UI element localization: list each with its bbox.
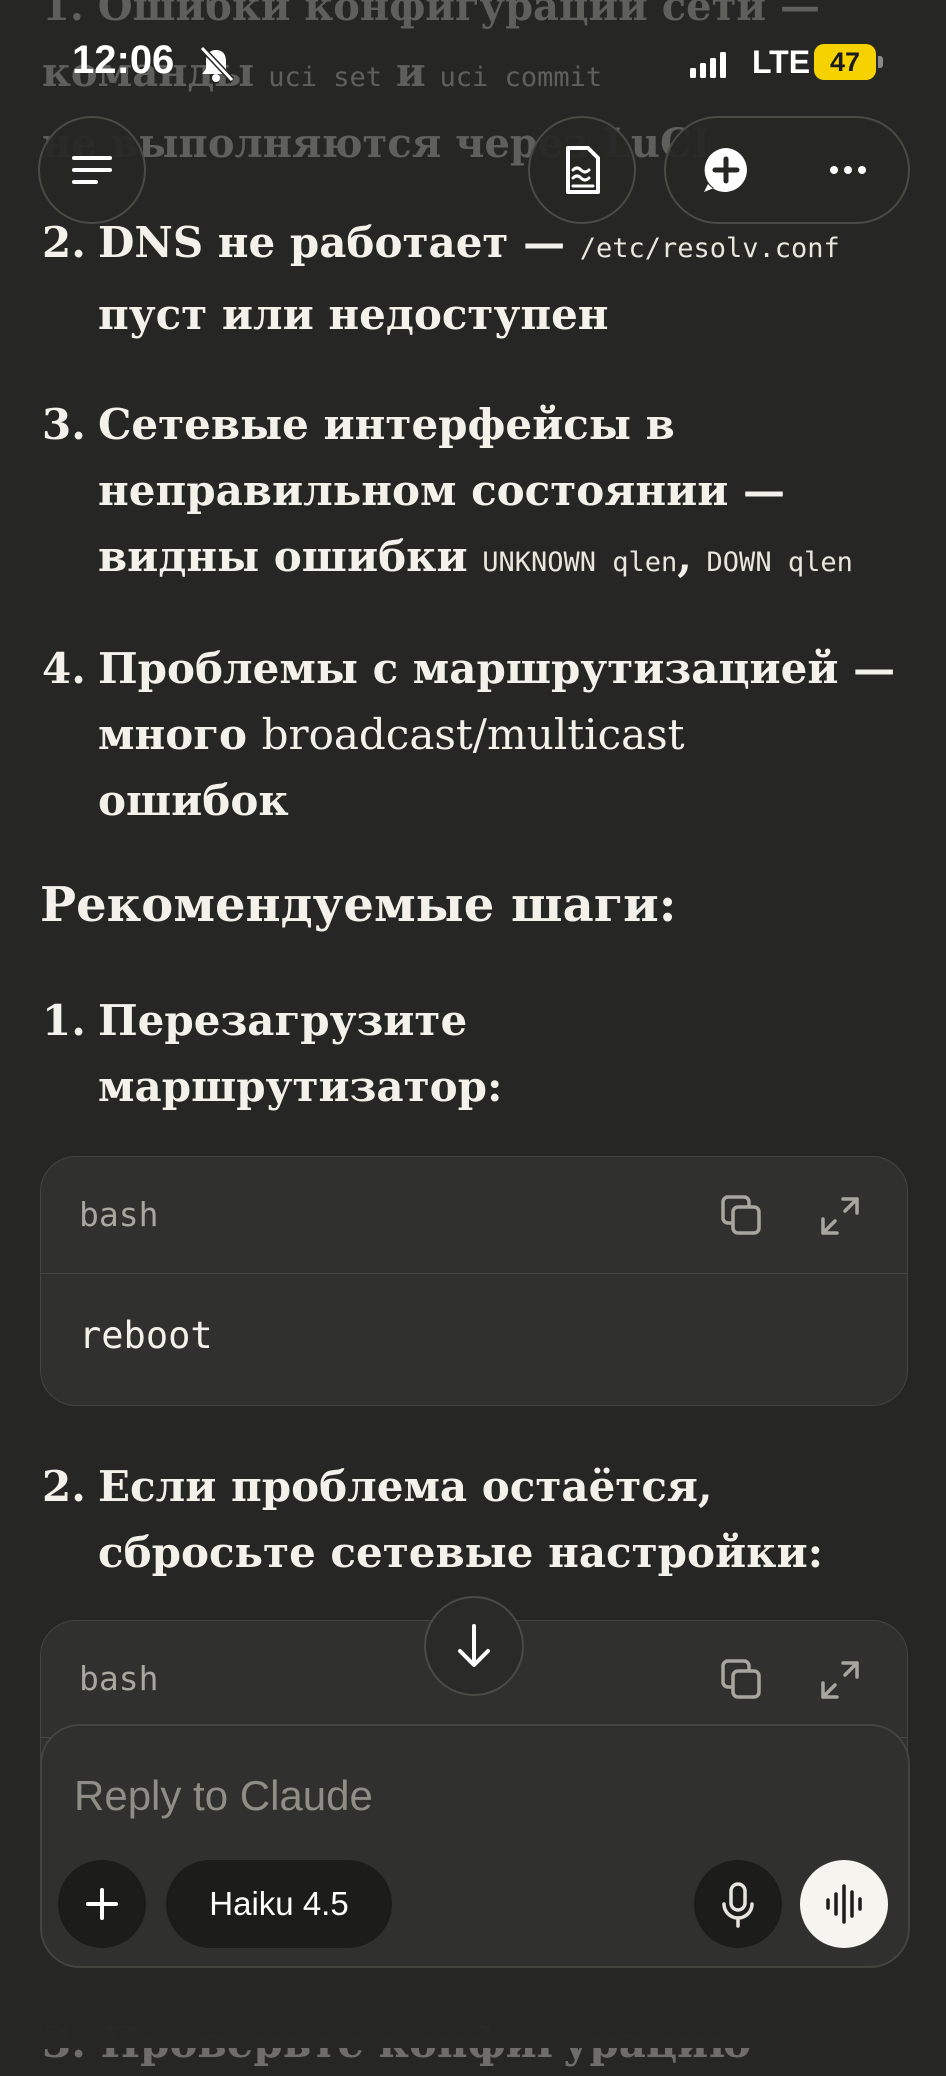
status-bar: 12:06 LTE 47 [0, 0, 946, 130]
plus-icon [86, 1888, 118, 1920]
list-number: 1. [42, 996, 86, 1045]
battery-nub [878, 56, 883, 68]
reply-composer: Reply to Claude Haiku 4.5 [40, 1724, 910, 1968]
clock: 12:06 [72, 38, 175, 82]
bottom-fade [0, 1964, 946, 2048]
add-attachment-button[interactable] [58, 1860, 146, 1948]
list-number: 2. [42, 1462, 86, 1511]
list-text: пуст или недоступен [98, 290, 609, 339]
menu-button[interactable] [38, 116, 146, 224]
list-item-body: DNS не работает — /etc/resolv.conf пуст … [98, 210, 898, 348]
copy-icon[interactable] [719, 1193, 765, 1239]
list-text: Если проблема остаётся, сбросьте сетевые… [98, 1462, 824, 1577]
code-content: reboot [79, 1314, 213, 1357]
inline-code: UNKNOWN qlen [482, 547, 678, 578]
list-text: Перезагрузите маршрутизатор: [98, 996, 503, 1111]
battery-indicator: 47 [814, 44, 884, 80]
section-heading: Рекомендуемые шаги: [40, 877, 677, 933]
microphone-icon [722, 1882, 754, 1928]
scroll-to-bottom-button[interactable] [424, 1596, 524, 1696]
model-selector[interactable]: Haiku 4.5 [166, 1860, 392, 1948]
code-language-label: bash [79, 1195, 159, 1234]
list-text: , [677, 532, 692, 581]
document-icon [566, 146, 600, 194]
artifact-button[interactable] [528, 116, 636, 224]
expand-icon[interactable] [817, 1193, 863, 1239]
list-number: 3. [42, 400, 86, 449]
signal-icon [690, 52, 726, 78]
expand-icon[interactable] [817, 1657, 863, 1703]
battery-level: 47 [814, 44, 876, 80]
copy-icon[interactable] [719, 1657, 765, 1703]
code-block: bash reboot [40, 1156, 908, 1406]
inline-code: DOWN qlen [706, 547, 853, 578]
code-block-header: bash [41, 1157, 907, 1274]
list-text: DNS не работает — [98, 218, 566, 267]
voice-mode-button[interactable] [800, 1860, 888, 1948]
chat-actions-group [664, 116, 910, 224]
network-type: LTE [752, 44, 811, 80]
voice-mode-icon [826, 1884, 862, 1924]
dictation-button[interactable] [694, 1860, 782, 1948]
new-chat-icon[interactable] [674, 118, 778, 222]
arrow-down-icon [458, 1624, 490, 1667]
inline-code: /etc/resolv.conf [579, 233, 840, 264]
code-language-label: bash [79, 1659, 159, 1698]
reply-input[interactable]: Reply to Claude [74, 1772, 373, 1820]
list-text: ошибок [98, 776, 289, 825]
bell-slash-icon [199, 45, 235, 83]
menu-icon [72, 156, 112, 184]
list-item-body: Сетевые интерфейсы в неправильном состоя… [98, 392, 898, 596]
list-number: 4. [42, 644, 86, 693]
list-text: broadcast/multicast [261, 710, 685, 759]
more-icon[interactable] [796, 118, 900, 222]
list-item-body: Проблемы с маршрутизацией — много broadc… [98, 636, 898, 834]
